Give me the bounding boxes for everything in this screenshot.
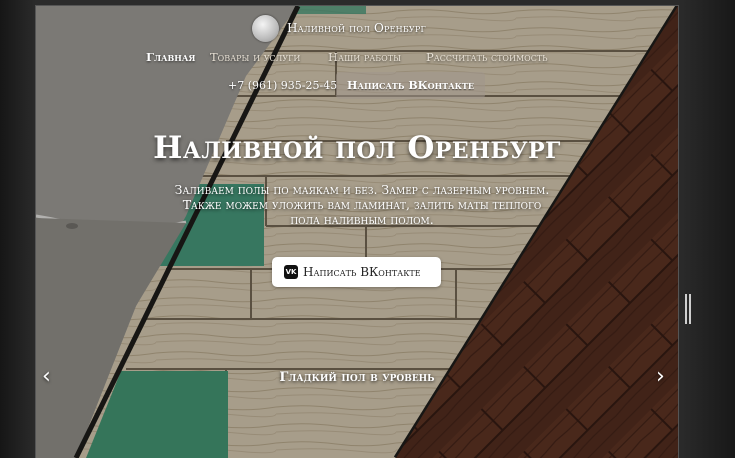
site-brand[interactable]: Наливной пол Оренбург bbox=[287, 21, 426, 35]
vk-icon: VK bbox=[284, 265, 298, 279]
main-nav: Главная Товары и услуги Наши работы Расс… bbox=[36, 50, 678, 66]
hero-subtitle: Заливаем полы по маякам и без. Замер с л… bbox=[174, 182, 550, 227]
slide-caption: Гладкий пол в уровень bbox=[279, 370, 435, 385]
vk-cta-button[interactable]: VK Написать ВКонтакте bbox=[272, 257, 441, 287]
nav-item-home[interactable]: Главная bbox=[146, 50, 195, 64]
vk-header-button[interactable]: Написать ВКонтакте bbox=[336, 72, 485, 99]
chevron-left-icon[interactable]: ‹ bbox=[42, 364, 51, 389]
phone-link[interactable]: +7 (961) 935-25-45 bbox=[228, 79, 337, 92]
chevron-right-icon[interactable]: › bbox=[656, 364, 665, 389]
scrollbar-handle[interactable] bbox=[685, 294, 691, 324]
nav-item-products[interactable]: Товары и услуги bbox=[210, 50, 300, 64]
hero-slider: Наливной пол Оренбург Главная Товары и у… bbox=[36, 6, 678, 458]
hero-title: Наливной пол Оренбург bbox=[153, 130, 561, 166]
nav-item-calculate[interactable]: Рассчитать стоимость bbox=[426, 50, 548, 64]
vk-cta-label: Написать ВКонтакте bbox=[303, 265, 421, 279]
nav-item-works[interactable]: Наши работы bbox=[328, 50, 401, 64]
logo[interactable] bbox=[252, 15, 279, 42]
